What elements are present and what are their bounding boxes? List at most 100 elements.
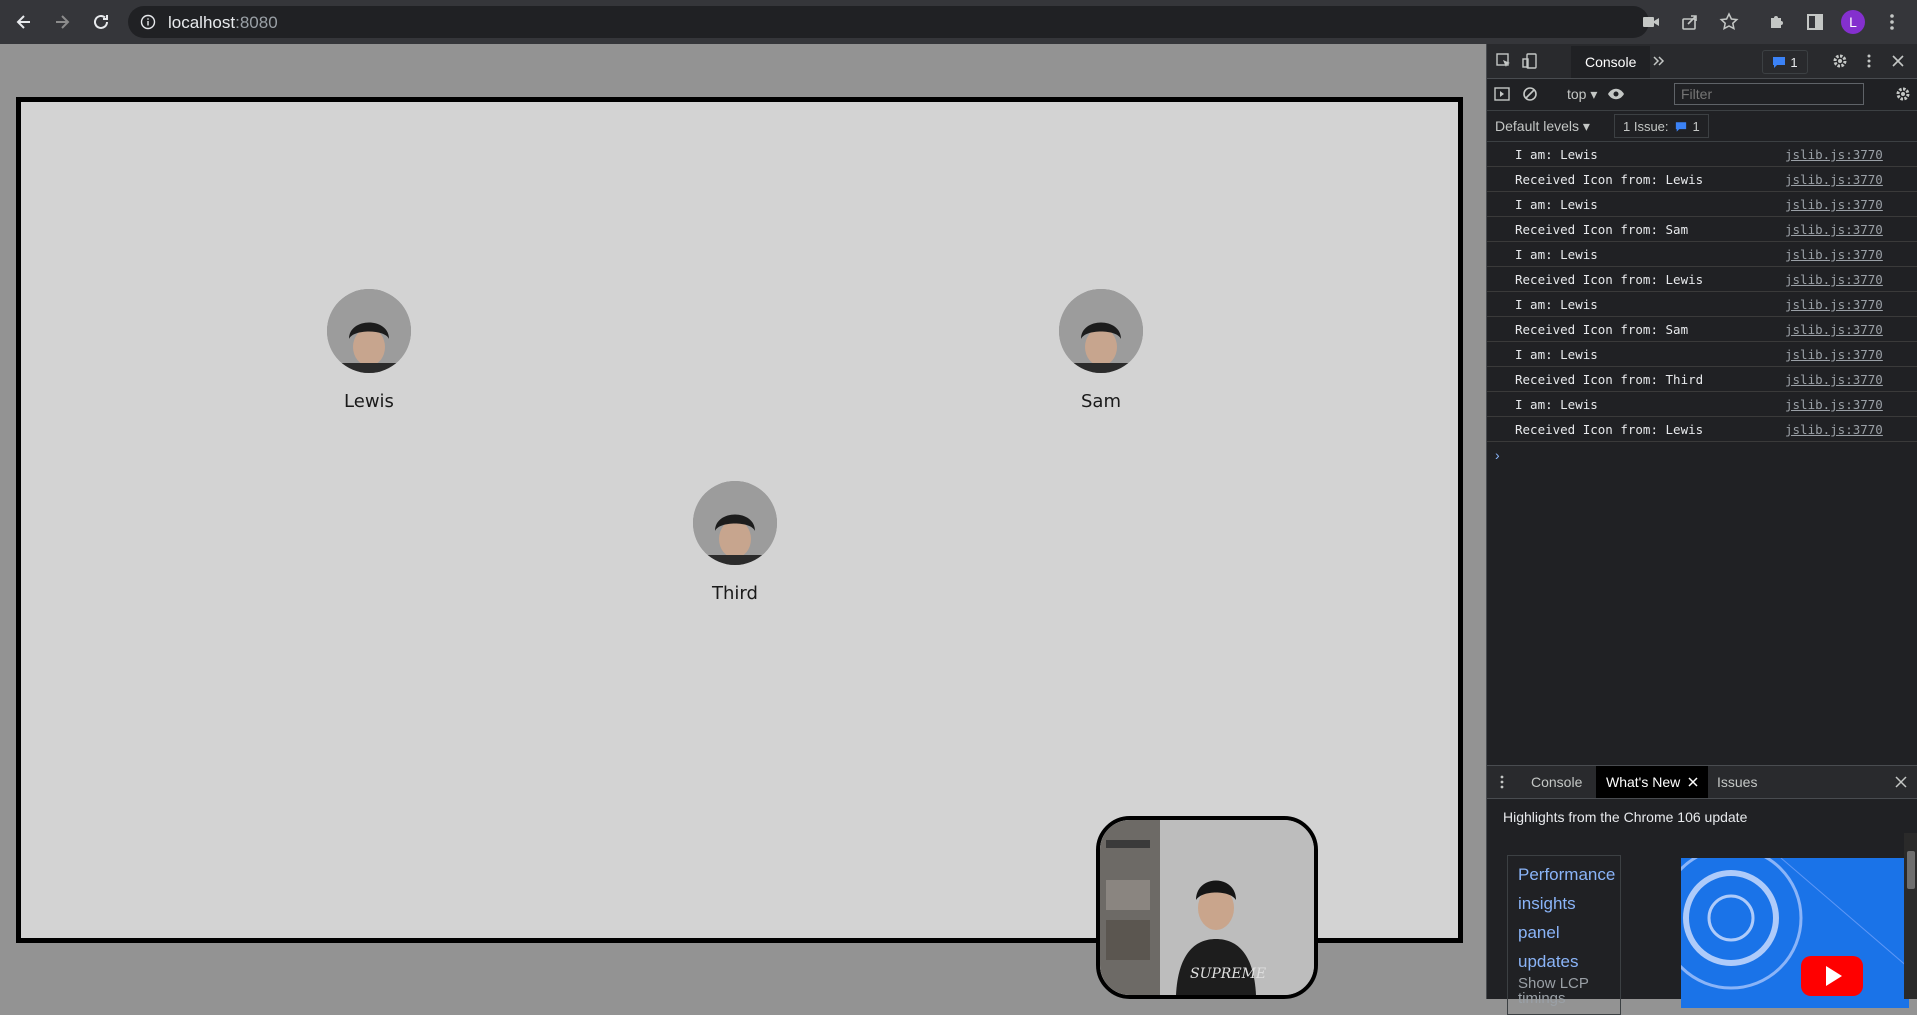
log-message: Received Icon from: Lewis [1515, 172, 1704, 187]
menu-icon[interactable] [1878, 8, 1906, 36]
console-prompt: › [1495, 447, 1500, 463]
filter-input[interactable] [1674, 83, 1864, 105]
log-message: Received Icon from: Sam [1515, 322, 1689, 337]
whats-new-feature-card[interactable]: Performance insights panel updates Show … [1507, 855, 1621, 1015]
log-source-link[interactable]: jslib.js:3770 [1785, 297, 1883, 312]
hoodie-logo: SUPREME [1190, 966, 1266, 982]
info-icon[interactable] [140, 14, 156, 30]
url-host: localhost [168, 13, 236, 32]
drawer-menu-icon[interactable] [1493, 773, 1511, 791]
log-row: I am: Lewis jslib.js:3770 [1487, 342, 1917, 367]
reload-icon[interactable] [87, 8, 115, 36]
console-settings-icon[interactable] [1894, 85, 1912, 103]
whats-new-heading: Highlights from the Chrome 106 update [1503, 809, 1748, 825]
console-levels-bar: Default levels ▾ 1 Issue: 1 [1487, 111, 1917, 142]
log-row: Received Icon from: Third jslib.js:3770 [1487, 367, 1917, 392]
issues-pill-button[interactable]: 1 Issue: 1 [1614, 114, 1709, 138]
log-source-link[interactable]: jslib.js:3770 [1785, 272, 1883, 287]
drawer-tab-console[interactable]: Console [1531, 766, 1582, 798]
close-devtools-icon[interactable] [1889, 52, 1907, 70]
devtools-drawer: Console What's New Issues Highlights fro… [1487, 765, 1917, 1015]
console-toolbar: top ▾ [1487, 79, 1917, 111]
star-icon[interactable] [1715, 8, 1743, 36]
camera-icon[interactable] [1637, 8, 1665, 36]
message-icon [1675, 121, 1686, 132]
participant-name: Sam [1081, 391, 1121, 412]
browser-toolbar: localhost:8080 L [0, 0, 1917, 44]
log-message: Received Icon from: Sam [1515, 222, 1689, 237]
console-log: I am: Lewis jslib.js:3770 Received Icon f… [1487, 142, 1917, 466]
log-source-link[interactable]: jslib.js:3770 [1785, 197, 1883, 212]
feature-sub-line: Show LCP [1518, 975, 1589, 992]
more-tabs-icon[interactable] [1650, 52, 1668, 70]
avatar [693, 481, 777, 565]
log-source-link[interactable]: jslib.js:3770 [1785, 422, 1883, 437]
log-row: Received Icon from: Sam jslib.js:3770 [1487, 217, 1917, 242]
close-drawer-icon[interactable] [1892, 773, 1910, 791]
log-row: I am: Lewis jslib.js:3770 [1487, 292, 1917, 317]
feature-title-line: updates [1518, 952, 1579, 971]
log-source-link[interactable]: jslib.js:3770 [1785, 172, 1883, 187]
scrollbar-thumb[interactable] [1907, 851, 1915, 889]
profile-avatar[interactable]: L [1841, 10, 1865, 34]
log-source-link[interactable]: jslib.js:3770 [1785, 397, 1883, 412]
log-row: I am: Lewis jslib.js:3770 [1487, 142, 1917, 167]
participant-name: Third [712, 583, 758, 604]
drawer-tab-issues[interactable]: Issues [1717, 766, 1757, 798]
more-options-icon[interactable] [1860, 52, 1878, 70]
clear-console-icon[interactable] [1521, 85, 1539, 103]
live-expression-eye-icon[interactable] [1607, 85, 1625, 103]
participant-name: Lewis [344, 391, 394, 412]
drawer-tabbar: Console What's New Issues [1487, 765, 1917, 799]
back-icon[interactable] [10, 8, 38, 36]
context-label: top [1567, 86, 1587, 102]
log-message: I am: Lewis [1515, 347, 1598, 362]
settings-icon[interactable] [1831, 52, 1849, 70]
drawer-tab-whats-new[interactable]: What's New [1596, 766, 1709, 798]
close-tab-icon[interactable] [1688, 777, 1698, 787]
log-row: I am: Lewis jslib.js:3770 [1487, 192, 1917, 217]
tab-console[interactable]: Console [1571, 46, 1651, 78]
sidepanel-icon[interactable] [1801, 8, 1829, 36]
device-toolbar-icon[interactable] [1521, 52, 1539, 70]
log-source-link[interactable]: jslib.js:3770 [1785, 147, 1883, 162]
participant-third[interactable]: Third [675, 481, 795, 604]
feature-title-line: panel [1518, 923, 1560, 942]
address-bar[interactable]: localhost:8080 [128, 6, 1649, 38]
self-video-preview: SUPREME [1096, 816, 1318, 999]
share-icon[interactable] [1676, 8, 1704, 36]
avatar [1059, 289, 1143, 373]
log-source-link[interactable]: jslib.js:3770 [1785, 247, 1883, 262]
feature-title-line: insights [1518, 894, 1576, 913]
issues-counter-button[interactable]: 1 [1762, 50, 1808, 74]
log-source-link[interactable]: jslib.js:3770 [1785, 372, 1883, 387]
feature-title-line: Performance [1518, 865, 1616, 884]
drawer-scrollbar[interactable] [1904, 833, 1917, 999]
default-levels-dropdown[interactable]: Default levels ▾ [1495, 118, 1590, 135]
log-row: I am: Lewis jslib.js:3770 [1487, 392, 1917, 417]
participant-sam[interactable]: Sam [1041, 289, 1161, 412]
extensions-icon[interactable] [1763, 8, 1791, 36]
url-text: localhost:8080 [168, 13, 278, 33]
log-row: Received Icon from: Sam jslib.js:3770 [1487, 317, 1917, 342]
log-source-link[interactable]: jslib.js:3770 [1785, 222, 1883, 237]
tab-label: What's New [1606, 774, 1681, 790]
inspect-element-icon[interactable] [1495, 52, 1513, 70]
devtools-panel: Console 1 top ▾ Filter Default levels ▾ … [1486, 44, 1917, 1015]
log-row: I am: Lewis jslib.js:3770 [1487, 242, 1917, 267]
forward-icon[interactable] [48, 8, 76, 36]
log-row: Received Icon from: Lewis jslib.js:3770 [1487, 167, 1917, 192]
log-message: I am: Lewis [1515, 147, 1598, 162]
issues-count: 1 [1790, 54, 1798, 70]
issue-label: 1 Issue: [1623, 118, 1669, 134]
log-row: Received Icon from: Lewis jslib.js:3770 [1487, 417, 1917, 442]
whats-new-video-thumbnail[interactable] [1681, 858, 1909, 1008]
url-port: :8080 [235, 13, 278, 32]
participant-lewis[interactable]: Lewis [309, 289, 429, 412]
context-selector[interactable]: top ▾ [1567, 86, 1597, 103]
console-prompt-row[interactable]: › [1487, 442, 1917, 466]
show-sidebar-icon[interactable] [1493, 85, 1511, 103]
log-source-link[interactable]: jslib.js:3770 [1785, 347, 1883, 362]
log-source-link[interactable]: jslib.js:3770 [1785, 322, 1883, 337]
log-row: Received Icon from: Lewis jslib.js:3770 [1487, 267, 1917, 292]
